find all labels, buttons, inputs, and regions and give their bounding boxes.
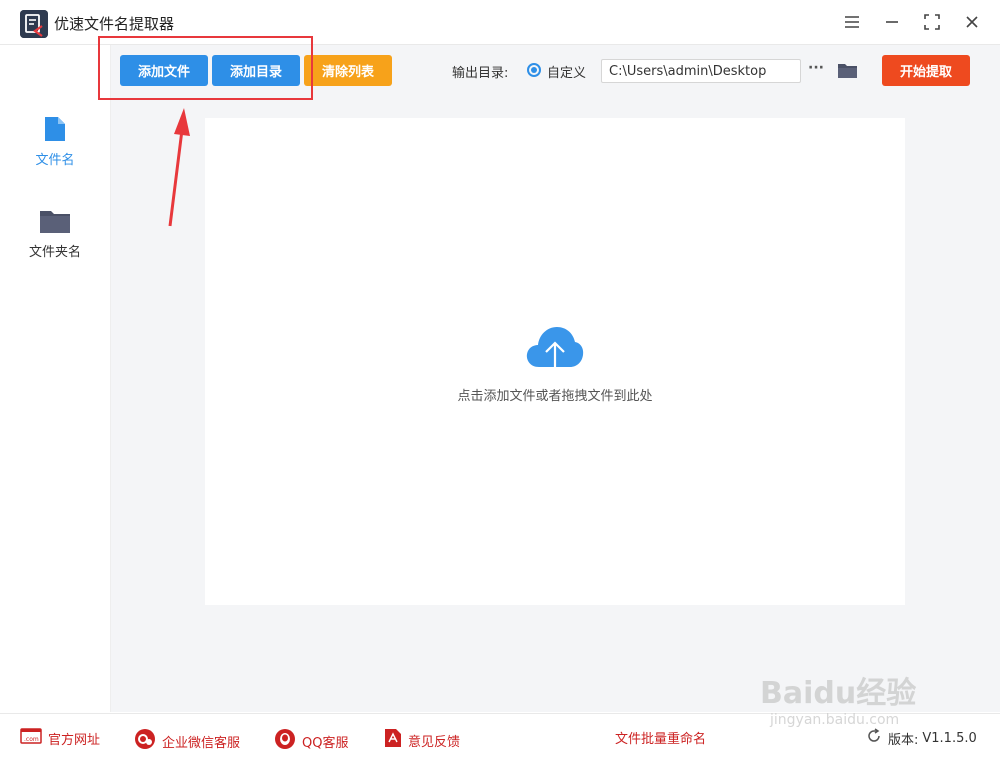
- version-label: 版本:: [888, 732, 919, 748]
- wechat-support-link[interactable]: 企业微信客服: [134, 728, 240, 754]
- output-dir-label: 输出目录:: [452, 66, 509, 81]
- custom-radio-label: 自定义: [547, 66, 587, 81]
- cloud-upload-icon: [525, 323, 585, 381]
- watermark-url: jingyan.baidu.com: [770, 712, 900, 728]
- website-icon: .com: [20, 728, 42, 748]
- wechat-support-label: 企业微信客服: [162, 735, 241, 751]
- sidebar: 文件名 文件夹名: [0, 45, 111, 712]
- folder-open-icon[interactable]: [837, 62, 858, 83]
- version-info: 版本: V1.1.5.0: [866, 728, 977, 748]
- app-title: 优速文件名提取器: [54, 15, 175, 33]
- minimize-icon[interactable]: [880, 10, 904, 34]
- sidebar-item-label: 文件名: [35, 153, 75, 168]
- file-drop-area[interactable]: 点击添加文件或者拖拽文件到此处: [205, 118, 905, 605]
- more-button[interactable]: ···: [808, 60, 824, 76]
- wechat-icon: [134, 728, 156, 754]
- feedback-label: 意见反馈: [408, 734, 461, 750]
- start-extract-button[interactable]: 开始提取: [882, 55, 970, 86]
- feedback-link[interactable]: 意见反馈: [384, 728, 460, 752]
- sidebar-item-label: 文件夹名: [28, 245, 81, 260]
- app-logo-icon: [20, 10, 48, 38]
- svg-text:.com: .com: [24, 736, 39, 743]
- feedback-icon: [384, 728, 402, 752]
- batch-rename-link[interactable]: 文件批量重命名: [615, 728, 706, 747]
- menu-icon[interactable]: [840, 10, 864, 34]
- watermark-brand: Baidu经验: [760, 676, 917, 711]
- annotation-arrow: [168, 108, 190, 227]
- website-label: 官方网址: [48, 732, 101, 748]
- website-link[interactable]: .com 官方网址: [20, 728, 100, 748]
- annotation-highlight-box: [98, 36, 313, 100]
- clear-list-button[interactable]: 清除列表: [304, 55, 392, 86]
- output-path-input[interactable]: [601, 59, 801, 83]
- qq-support-label: QQ客服: [302, 735, 349, 751]
- drop-hint: 点击添加文件或者拖拽文件到此处: [457, 389, 653, 404]
- sidebar-item-filename[interactable]: 文件名: [0, 113, 110, 183]
- custom-radio[interactable]: [527, 63, 541, 77]
- maximize-icon[interactable]: [920, 10, 944, 34]
- file-icon: [43, 115, 67, 147]
- qq-icon: [274, 728, 296, 754]
- close-icon[interactable]: [960, 10, 984, 34]
- version-number: V1.1.5.0: [922, 730, 977, 746]
- folder-icon: [39, 207, 71, 239]
- sidebar-item-foldername[interactable]: 文件夹名: [0, 205, 110, 275]
- refresh-icon[interactable]: [866, 728, 882, 748]
- qq-support-link[interactable]: QQ客服: [274, 728, 348, 754]
